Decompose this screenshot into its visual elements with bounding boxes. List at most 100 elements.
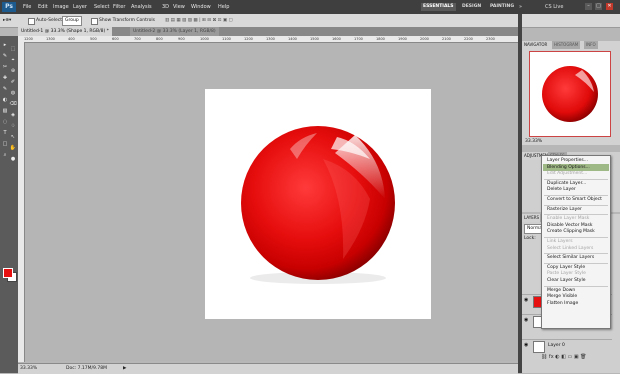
ruler-tick: 2100 — [442, 37, 451, 41]
ruler-tick: 1300 — [266, 37, 275, 41]
workspace-design[interactable]: DESIGN — [460, 3, 483, 11]
context-menu-item[interactable]: Merge Down — [547, 288, 575, 294]
eye-icon[interactable]: ◉ — [524, 298, 529, 303]
ruler-tick: 1400 — [288, 37, 297, 41]
context-menu-item[interactable]: Merge Visible — [547, 294, 577, 300]
context-menu-item[interactable]: Rasterize Layer — [547, 207, 582, 213]
dodge-tool-icon[interactable]: ◌ — [1, 119, 9, 126]
ruler-tick: 800 — [156, 37, 163, 41]
eye-icon[interactable]: ◉ — [524, 343, 529, 348]
path-select-tool-icon[interactable]: ↖ — [9, 134, 17, 141]
menu-help[interactable]: Help — [218, 3, 229, 11]
context-menu-item[interactable]: Layer Properties... — [547, 158, 588, 164]
menu-layer[interactable]: Layer — [73, 3, 87, 11]
status-arrow-icon[interactable]: ▶ — [123, 365, 126, 373]
tab-info[interactable]: INFO — [584, 41, 598, 49]
layers-footer-icons[interactable]: ⛓ fx ◐ ◧ ▭ ▣ 🗑 — [541, 354, 587, 360]
ruler-tick: 1600 — [332, 37, 341, 41]
ruler-tick: 1200 — [24, 37, 33, 41]
tab-untitled-1[interactable]: Untitled-1 @ 33.3% (Shape 1, RGB/8) * — [18, 27, 112, 36]
eraser-tool-icon[interactable]: ◐ — [1, 97, 9, 104]
quick-select-tool-icon[interactable]: ⌖ — [9, 57, 17, 64]
red-sphere[interactable] — [205, 89, 431, 319]
brush-tool-icon[interactable]: ✐ — [9, 79, 17, 86]
context-menu-item[interactable]: Disable Vector Mask — [547, 223, 592, 229]
thumbnail-sphere — [542, 66, 598, 122]
foreground-color-swatch[interactable] — [3, 268, 13, 278]
type-tool-icon[interactable]: T — [1, 130, 9, 137]
workspace-more-button[interactable]: » — [519, 3, 522, 11]
minimize-button[interactable]: – — [585, 3, 592, 10]
context-menu-item[interactable]: Select Similar Layers — [547, 255, 594, 261]
context-menu-item[interactable]: Clear Layer Style — [547, 278, 585, 284]
navigator-thumbnail[interactable] — [529, 51, 611, 137]
menu-filter[interactable]: Filter — [113, 3, 125, 11]
tab-navigator[interactable]: NAVIGATOR — [522, 41, 550, 49]
context-menu-item: Link Layers — [547, 239, 573, 244]
healing-tool-icon[interactable]: ✚ — [1, 75, 9, 82]
menu-select[interactable]: Select — [94, 3, 109, 11]
layer-row-layer-0[interactable]: ◉ Layer 0 — [522, 339, 612, 353]
menu-window[interactable]: Window — [191, 3, 211, 11]
eyedropper-tool-icon[interactable]: ⊕ — [9, 68, 17, 75]
menu-separator — [544, 262, 608, 264]
document-canvas[interactable] — [205, 89, 431, 319]
context-menu-item[interactable]: Blending Options... — [547, 165, 590, 171]
menu-edit[interactable]: Edit — [38, 3, 48, 11]
move-tool-icon[interactable]: ▸ — [1, 42, 9, 49]
pen-tool-icon[interactable]: ♢ — [9, 123, 17, 130]
hand-tool-icon[interactable]: ✋ — [9, 145, 17, 152]
menu-3d[interactable]: 3D — [162, 3, 169, 11]
ruler-tick: 1300 — [46, 37, 55, 41]
context-menu-item[interactable]: Create Clipping Mask — [547, 229, 595, 235]
auto-select-label: Auto-Select: — [36, 18, 64, 23]
mask-mode-icon[interactable]: ● — [9, 156, 17, 163]
menu-analysis[interactable]: Analysis — [131, 3, 152, 11]
crop-tool-icon[interactable]: ✂ — [1, 64, 9, 71]
menu-separator — [544, 285, 608, 287]
shape-tool-icon[interactable]: □ — [1, 141, 9, 148]
maximize-button[interactable]: □ — [595, 3, 602, 10]
menu-separator — [544, 204, 608, 206]
auto-select-checkbox[interactable] — [28, 18, 35, 25]
tab-histogram[interactable]: HISTOGRAM — [552, 41, 581, 49]
context-menu-item: Select Linked Layers — [547, 245, 594, 251]
menu-file[interactable]: File — [23, 3, 31, 11]
workspace-essentials[interactable]: ESSENTIALS — [421, 3, 456, 11]
gradient-tool-icon[interactable]: ▧ — [1, 108, 9, 115]
doc-size: Doc: 7.17M/9.78M — [66, 366, 107, 371]
menu-image[interactable]: Image — [53, 3, 69, 11]
lock-label: Lock: — [524, 236, 536, 241]
menu-view[interactable]: View — [173, 3, 185, 11]
eye-icon[interactable]: ◉ — [524, 318, 529, 323]
transform-checkbox[interactable] — [91, 18, 98, 25]
ruler-tick: 1800 — [376, 37, 385, 41]
context-menu-item[interactable]: Convert to Smart Object — [547, 197, 602, 203]
context-menu-item[interactable]: Delete Layer — [547, 187, 576, 193]
marquee-tool-icon[interactable]: ⬚ — [9, 46, 17, 53]
ruler-tick: 1900 — [398, 37, 407, 41]
move-tool-icon[interactable]: ▸⊕▾ — [3, 17, 11, 24]
tab-untitled-2[interactable]: Untitled-2 @ 33.3% (Layer 1, RGB/8) — [130, 27, 219, 36]
navigator-zoom[interactable]: 33.33% — [525, 139, 542, 145]
cs-live-button[interactable]: CS Live — [545, 3, 563, 11]
zoom-tool-icon[interactable]: ⌕ — [1, 152, 9, 159]
blur-tool-icon[interactable]: ◈ — [9, 112, 17, 119]
history-brush-icon[interactable]: ◍ — [9, 90, 17, 97]
document-tab-bar: Untitled-1 @ 33.3% (Shape 1, RGB/8) * Un… — [18, 27, 518, 36]
erase-icon[interactable]: ⌫ — [9, 101, 17, 108]
context-menu-item[interactable]: Duplicate Layer... — [547, 181, 586, 187]
workspace-painting[interactable]: PAINTING — [488, 3, 516, 11]
ruler-tick: 500 — [90, 37, 97, 41]
align-icons[interactable]: ▥ ▤ ▦ ▧ ▨ ▩ | ⊞ ⊟ ⊠ ⊡ ▣ ▢ — [165, 17, 233, 24]
lasso-tool-icon[interactable]: ✎ — [1, 53, 9, 60]
context-menu-item[interactable]: Copy Layer Style — [547, 265, 585, 271]
ruler-tick: 400 — [68, 37, 75, 41]
layer-context-menu: Layer Properties... Blending Options... Ed… — [541, 155, 611, 329]
context-menu-item[interactable]: Flatten Image — [547, 301, 578, 307]
auto-select-dropdown[interactable]: Group — [62, 16, 82, 26]
tab-layers[interactable]: LAYERS — [522, 214, 542, 222]
clone-tool-icon[interactable]: ✎ — [1, 86, 9, 93]
zoom-level[interactable]: 33.33% — [20, 365, 37, 373]
close-button[interactable]: ✕ — [606, 3, 613, 10]
